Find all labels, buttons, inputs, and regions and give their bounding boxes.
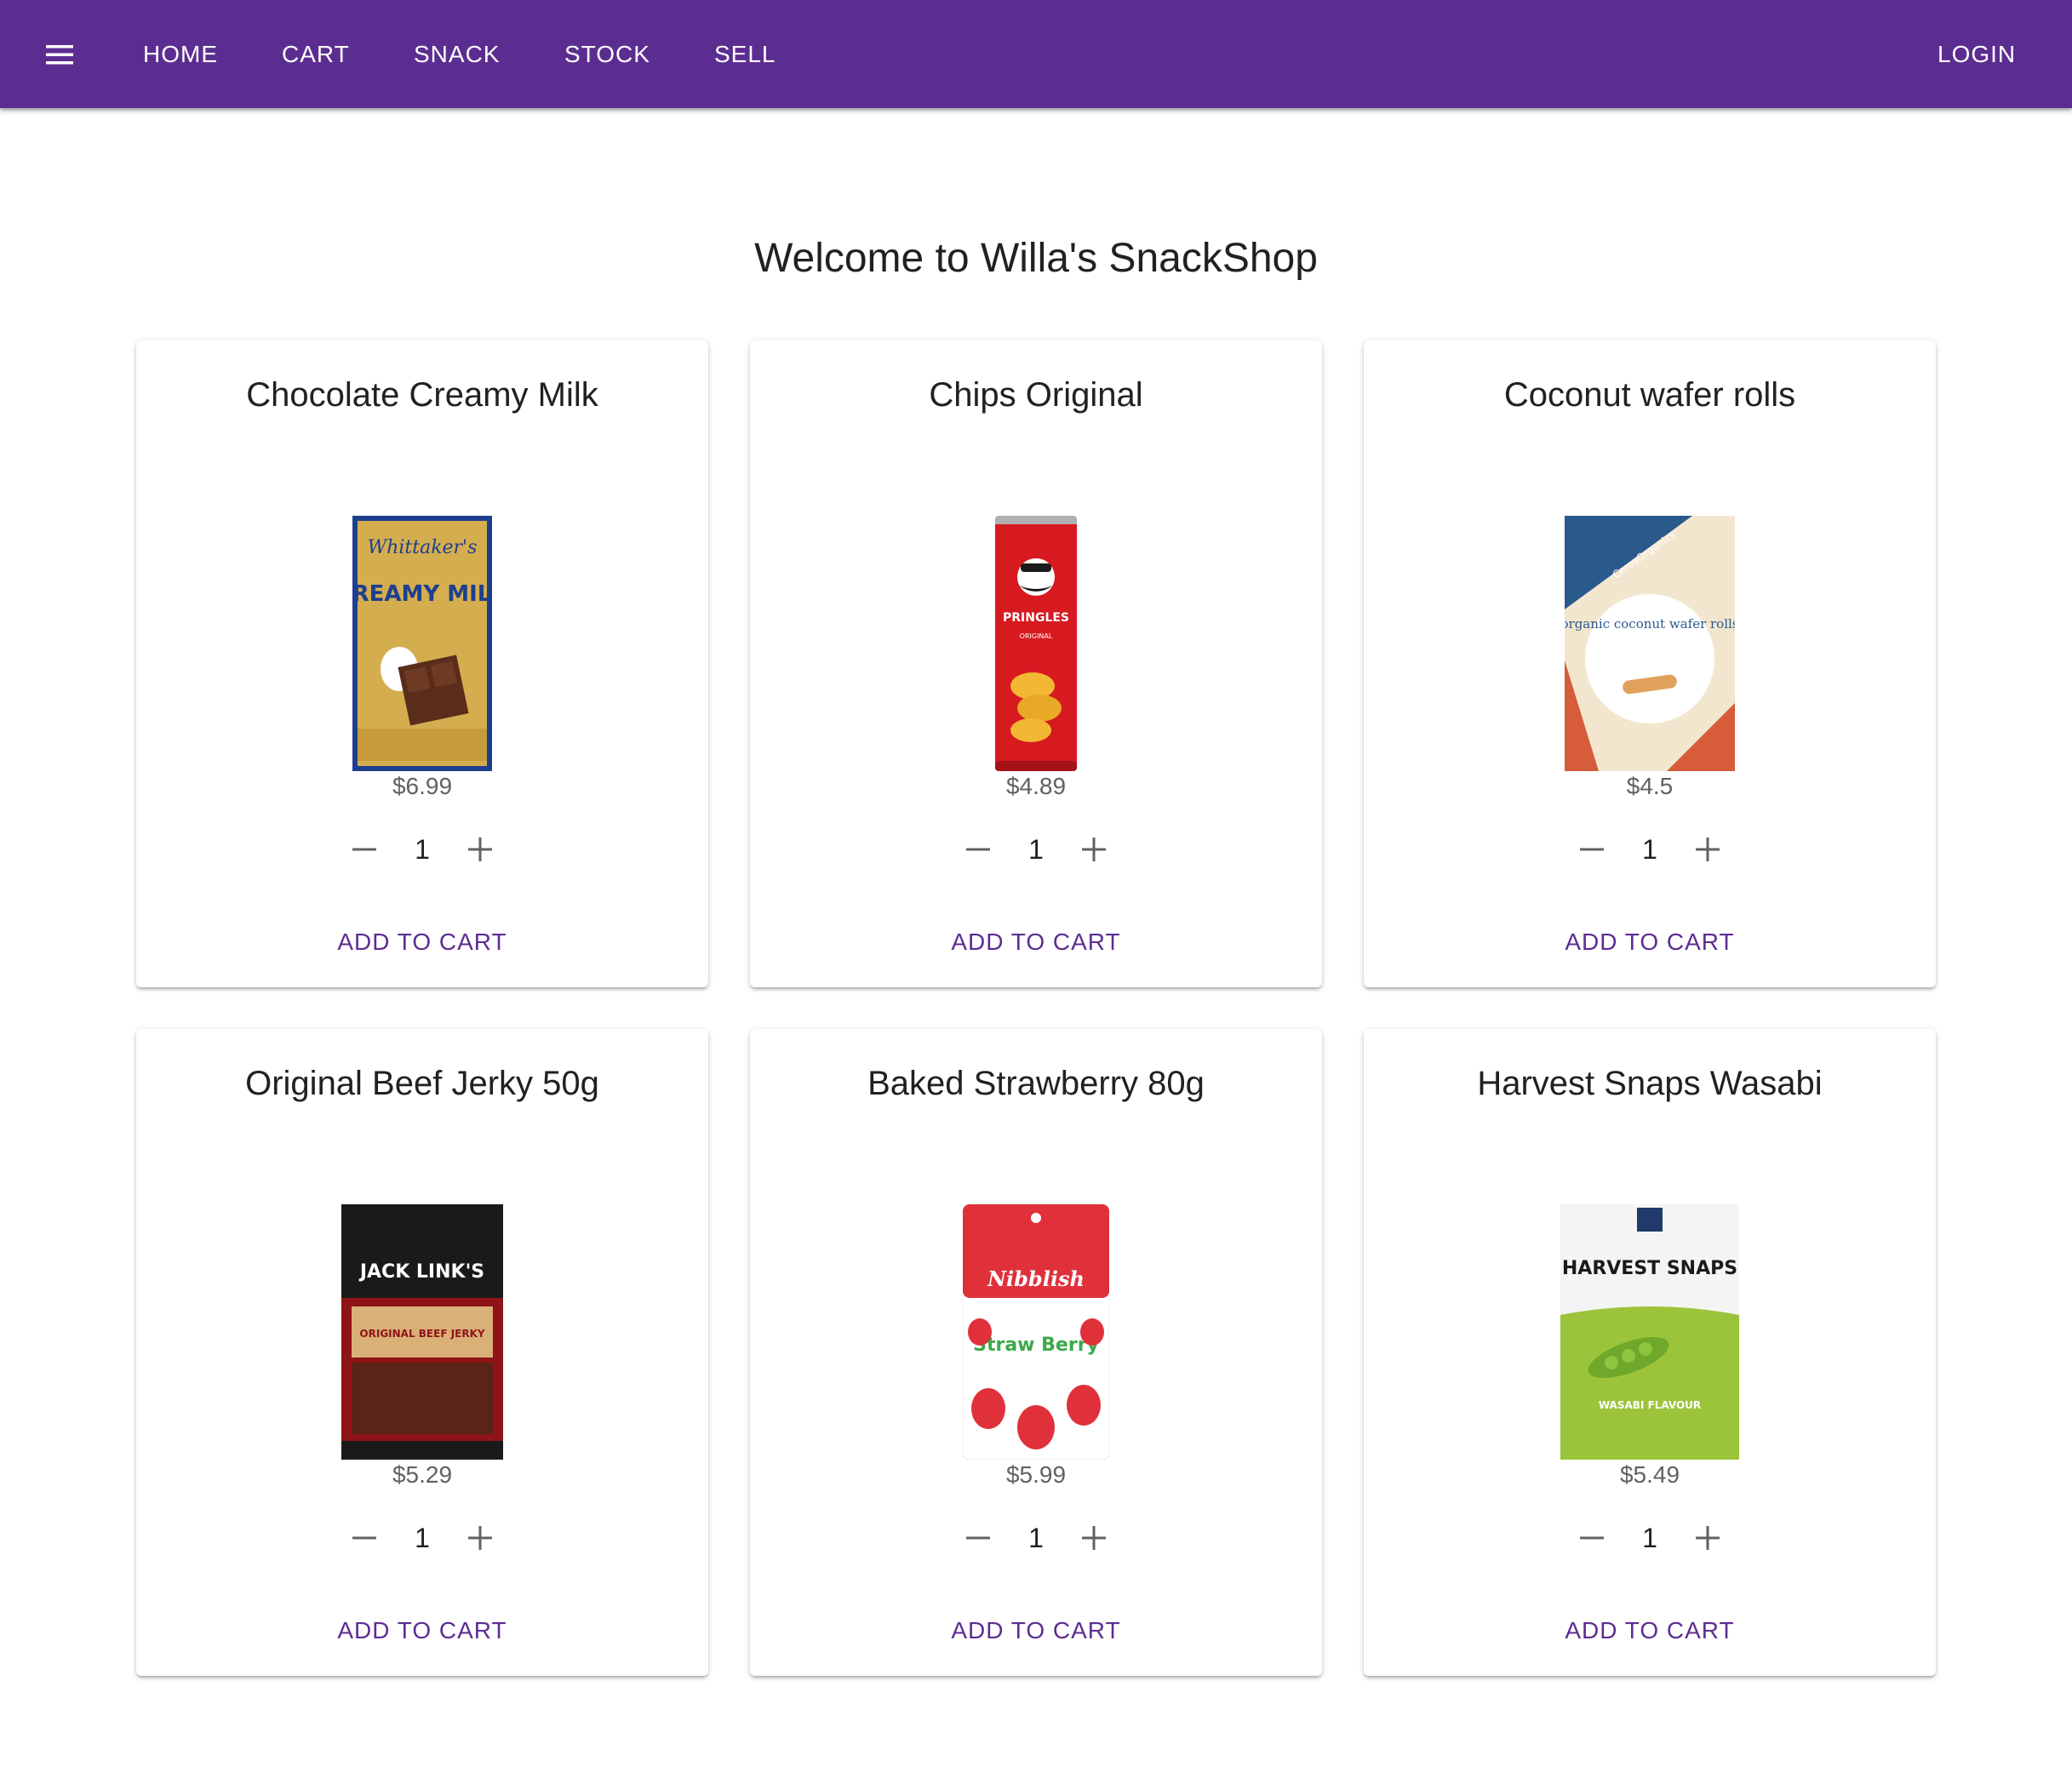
product-name: Chips Original bbox=[929, 376, 1143, 414]
product-price: $5.29 bbox=[392, 1461, 453, 1488]
quantity-stepper: 1 bbox=[750, 826, 1322, 873]
page-title: Welcome to Willa's SnackShop bbox=[754, 236, 1318, 281]
quantity-stepper: 1 bbox=[1364, 1514, 1936, 1562]
product-image: PRINGLES ORIGINAL bbox=[908, 516, 1164, 771]
plus-icon[interactable] bbox=[461, 1519, 499, 1557]
minus-icon[interactable] bbox=[959, 1519, 997, 1557]
pack-text: ORIGINAL bbox=[1020, 632, 1053, 640]
product-image: CeresOrganics organic coconut wafer roll… bbox=[1522, 516, 1777, 771]
quantity-value: 1 bbox=[1028, 834, 1044, 865]
brand-text: HARVEST SNAPS bbox=[1562, 1258, 1737, 1279]
nav-stock[interactable]: STOCK bbox=[564, 39, 650, 70]
product-card: Chocolate Creamy Milk Whittaker's CREAMY… bbox=[136, 340, 708, 987]
login-button[interactable]: LOGIN bbox=[1937, 39, 2016, 70]
quantity-value: 1 bbox=[1028, 1523, 1044, 1553]
product-grid: Chocolate Creamy Milk Whittaker's CREAMY… bbox=[136, 340, 1936, 1677]
nav-snack[interactable]: SNACK bbox=[414, 39, 500, 70]
product-image: JACK LINK'S ORIGINAL BEEF JERKY bbox=[295, 1204, 550, 1460]
pringles-can-image: PRINGLES ORIGINAL bbox=[995, 516, 1077, 771]
product-image: Whittaker's CREAMY MILK bbox=[295, 516, 550, 771]
brand-text: PRINGLES bbox=[1003, 611, 1069, 625]
plus-icon[interactable] bbox=[1075, 831, 1113, 868]
product-name: Baked Strawberry 80g bbox=[867, 1065, 1205, 1102]
add-to-cart-button[interactable]: ADD TO CART bbox=[337, 1609, 507, 1652]
quantity-value: 1 bbox=[1642, 1523, 1657, 1553]
app-bar: HOME CART SNACK STOCK SELL LOGIN bbox=[0, 0, 2072, 108]
menu-icon[interactable] bbox=[43, 37, 77, 71]
product-name: Chocolate Creamy Milk bbox=[246, 376, 598, 414]
add-to-cart-button[interactable]: ADD TO CART bbox=[951, 1609, 1121, 1652]
minus-icon[interactable] bbox=[346, 831, 383, 868]
minus-icon[interactable] bbox=[1573, 1519, 1611, 1557]
product-price: $5.49 bbox=[1619, 1461, 1680, 1488]
product-image: Nibblish Straw Berry bbox=[908, 1204, 1164, 1460]
plus-icon[interactable] bbox=[1689, 1519, 1726, 1557]
strawberry-pouch-image: Nibblish Straw Berry bbox=[963, 1204, 1109, 1460]
product-price: $4.5 bbox=[1626, 773, 1674, 799]
product-card: Original Beef Jerky 50g JACK LINK'S ORIG… bbox=[136, 1029, 708, 1676]
product-name: Harvest Snaps Wasabi bbox=[1477, 1065, 1823, 1102]
product-card: Baked Strawberry 80g Nibblish Straw Berr… bbox=[750, 1029, 1322, 1676]
product-price: $4.89 bbox=[1005, 773, 1067, 799]
plus-icon[interactable] bbox=[1075, 1519, 1113, 1557]
add-to-cart-button[interactable]: ADD TO CART bbox=[1565, 921, 1735, 963]
product-card: Coconut wafer rolls CeresOrganics organi… bbox=[1364, 340, 1936, 987]
add-to-cart-button[interactable]: ADD TO CART bbox=[1565, 1609, 1735, 1652]
nav-home[interactable]: HOME bbox=[143, 39, 218, 70]
pack-text: ORIGINAL BEEF JERKY bbox=[359, 1328, 484, 1340]
brand-text: Nibblish bbox=[987, 1266, 1085, 1291]
pack-text: WASABI FLAVOUR bbox=[1599, 1399, 1701, 1411]
product-image: HARVEST SNAPS WASABI FLAVOUR bbox=[1522, 1204, 1777, 1460]
product-name: Original Beef Jerky 50g bbox=[245, 1065, 599, 1102]
product-card: Chips Original PRINGLES ORIGINAL $4.89 1 bbox=[750, 340, 1322, 987]
harvest-snaps-bag-image: HARVEST SNAPS WASABI FLAVOUR bbox=[1560, 1204, 1739, 1460]
minus-icon[interactable] bbox=[959, 831, 997, 868]
nav-sell[interactable]: SELL bbox=[714, 39, 776, 70]
minus-icon[interactable] bbox=[1573, 831, 1611, 868]
quantity-stepper: 1 bbox=[136, 826, 708, 873]
nav-cart[interactable]: CART bbox=[282, 39, 350, 70]
beef-jerky-bag-image: JACK LINK'S ORIGINAL BEEF JERKY bbox=[341, 1204, 503, 1460]
wafer-box-image: CeresOrganics organic coconut wafer roll… bbox=[1565, 516, 1735, 771]
quantity-value: 1 bbox=[415, 1523, 430, 1553]
quantity-value: 1 bbox=[415, 834, 430, 865]
product-name: Coconut wafer rolls bbox=[1503, 376, 1796, 414]
quantity-value: 1 bbox=[1642, 834, 1657, 865]
quantity-stepper: 1 bbox=[750, 1514, 1322, 1562]
plus-icon[interactable] bbox=[461, 831, 499, 868]
product-price: $5.99 bbox=[1005, 1461, 1067, 1488]
product-price: $6.99 bbox=[392, 773, 453, 799]
pack-text: Straw Berry bbox=[973, 1335, 1099, 1356]
add-to-cart-button[interactable]: ADD TO CART bbox=[951, 921, 1121, 963]
chocolate-bar-image: Whittaker's CREAMY MILK bbox=[352, 516, 492, 771]
brand-text: Whittaker's bbox=[368, 537, 478, 558]
add-to-cart-button[interactable]: ADD TO CART bbox=[337, 921, 507, 963]
pack-text: organic coconut wafer rolls bbox=[1565, 616, 1735, 632]
pack-text: CREAMY MILK bbox=[352, 581, 492, 607]
product-card: Harvest Snaps Wasabi HARVEST SNAPS WASAB… bbox=[1364, 1029, 1936, 1676]
quantity-stepper: 1 bbox=[1364, 826, 1936, 873]
brand-text: JACK LINK'S bbox=[358, 1261, 484, 1283]
plus-icon[interactable] bbox=[1689, 831, 1726, 868]
quantity-stepper: 1 bbox=[136, 1514, 708, 1562]
minus-icon[interactable] bbox=[346, 1519, 383, 1557]
